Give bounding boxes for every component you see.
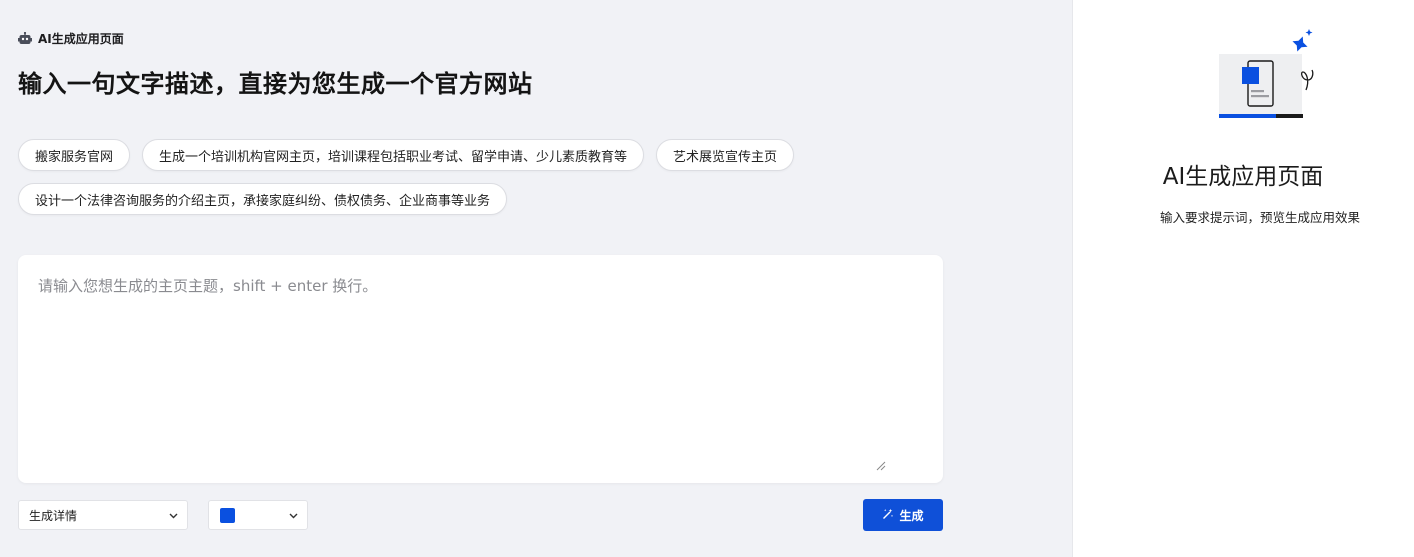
- breadcrumb: AI生成应用页面: [18, 30, 124, 47]
- main-area: AI生成应用页面 输入一句文字描述，直接为您生成一个官方网站 搬家服务官网 生成…: [0, 0, 1072, 557]
- generate-button-label: 生成: [899, 508, 924, 523]
- suggestion-chip[interactable]: 搬家服务官网: [18, 139, 130, 171]
- color-select[interactable]: [208, 500, 308, 530]
- robot-icon: [18, 32, 32, 45]
- suggestion-chip[interactable]: 设计一个法律咨询服务的介绍主页，承接家庭纠纷、债权债务、企业商事等业务: [18, 183, 507, 215]
- breadcrumb-label: AI生成应用页面: [38, 32, 124, 46]
- suggestion-chips: 搬家服务官网 生成一个培训机构官网主页，培训课程包括职业考试、留学申请、少儿素质…: [18, 139, 938, 215]
- page-title: 输入一句文字描述，直接为您生成一个官方网站: [18, 70, 533, 98]
- detail-select[interactable]: 生成详情: [18, 500, 188, 530]
- suggestion-chip[interactable]: 生成一个培训机构官网主页，培训课程包括职业考试、留学申请、少儿素质教育等: [142, 139, 644, 171]
- prompt-container: [18, 255, 943, 483]
- magic-wand-icon: [882, 508, 894, 523]
- preview-title: AI生成应用页面: [1162, 164, 1324, 190]
- resize-handle-icon[interactable]: [876, 456, 886, 475]
- chevron-down-icon: [168, 510, 179, 524]
- preview-subtitle: 输入要求提示词，预览生成应用效果: [1159, 210, 1360, 225]
- page-generation-illustration: [1218, 28, 1318, 124]
- generate-button[interactable]: 生成: [863, 499, 943, 531]
- prompt-input[interactable]: [18, 255, 888, 469]
- detail-select-value: 生成详情: [29, 508, 78, 523]
- color-swatch: [220, 507, 235, 523]
- chevron-down-icon: [288, 510, 299, 524]
- suggestion-chip[interactable]: 艺术展览宣传主页: [656, 139, 794, 171]
